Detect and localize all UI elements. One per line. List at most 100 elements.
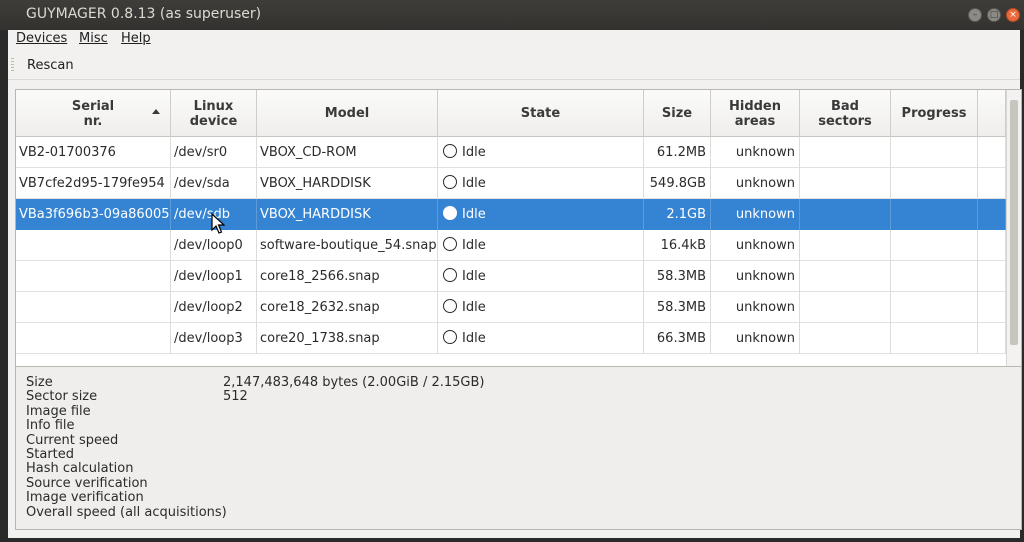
cell-serial: [16, 292, 171, 323]
table-row[interactable]: VBa3f696b3-09a86005/dev/sdb VBOX_HARDDISK…: [16, 199, 1006, 230]
cell-bad-sectors: [800, 292, 891, 323]
cell-bad-sectors: [800, 323, 891, 354]
state-label: Idle: [462, 145, 486, 160]
cell-size: 66.3MB: [644, 323, 711, 354]
cell-bad-sectors: [800, 137, 891, 168]
cell-size: 2.1GB: [644, 199, 711, 230]
cell-state: Idle: [438, 199, 644, 230]
cell-size: 549.8GB: [644, 168, 711, 199]
circle-icon: [443, 206, 457, 220]
cell-extra: [978, 168, 1006, 199]
column-header-state[interactable]: State: [438, 90, 644, 137]
state-label: Idle: [462, 331, 486, 346]
menu-bar: Devices Misc Help: [8, 30, 1020, 48]
detail-size-label: Size: [26, 375, 53, 390]
cell-hidden-areas: unknown: [711, 199, 800, 230]
cell-bad-sectors: [800, 261, 891, 292]
sort-ascending-icon: [152, 109, 160, 114]
column-header-bad-sectors[interactable]: Bad sectors: [800, 90, 891, 137]
cell-hidden-areas: unknown: [711, 230, 800, 261]
column-header-hidden-areas[interactable]: Hidden areas: [711, 90, 800, 137]
detail-info-file-label: Info file: [26, 418, 75, 434]
state-label: Idle: [462, 207, 486, 222]
table-header: Serial nr. Linux device Model State Size…: [16, 90, 1006, 137]
cell-progress: [891, 292, 978, 323]
cell-extra: [978, 323, 1006, 354]
maximize-icon[interactable]: □: [987, 8, 1001, 22]
menu-devices[interactable]: Devices: [16, 31, 67, 46]
cell-hidden-areas: unknown: [711, 261, 800, 292]
menu-help[interactable]: Help: [121, 31, 151, 46]
cell-serial: VBa3f696b3-09a86005: [16, 199, 171, 230]
cell-hidden-areas: unknown: [711, 292, 800, 323]
title-bar: GUYMAGER 0.8.13 (as superuser) – □ ×: [0, 0, 1024, 30]
minimize-icon[interactable]: –: [968, 8, 982, 22]
cell-progress: [891, 323, 978, 354]
cell-progress: [891, 261, 978, 292]
cell-model: software-boutique_54.snap: [257, 230, 438, 261]
cell-size: 58.3MB: [644, 292, 711, 323]
cell-state: Idle: [438, 261, 644, 292]
rescan-button[interactable]: Rescan: [20, 56, 81, 75]
detail-current-speed-label: Current speed: [26, 432, 119, 448]
cell-size: 16.4kB: [644, 230, 711, 261]
column-header-extra: [978, 90, 1006, 137]
table-row[interactable]: VB2-01700376/dev/sr0 VBOX_CD-ROM Idle 61.2M…: [16, 137, 1006, 168]
toolbar: Rescan: [8, 50, 1020, 80]
cell-bad-sectors: [800, 168, 891, 199]
cell-serial: VB7cfe2d95-179fe954: [16, 168, 171, 199]
close-icon[interactable]: ×: [1006, 8, 1020, 22]
detail-overall-speed-label: Overall speed (all acquisitions): [26, 504, 227, 520]
cell-progress: [891, 199, 978, 230]
state-label: Idle: [462, 176, 486, 191]
main-window: Devices Misc Help Rescan Serial nr. Linu…: [8, 30, 1022, 538]
cell-linux-device: /dev/sda: [171, 168, 257, 199]
cell-state: Idle: [438, 323, 644, 354]
cell-progress: [891, 230, 978, 261]
cell-linux-device: /dev/loop2: [171, 292, 257, 323]
cell-model: VBOX_HARDDISK: [257, 199, 438, 230]
cell-hidden-areas: unknown: [711, 323, 800, 354]
cell-extra: [978, 230, 1006, 261]
cell-size: 58.3MB: [644, 261, 711, 292]
column-header-linux-device[interactable]: Linux device: [171, 90, 257, 137]
cell-serial: [16, 230, 171, 261]
circle-icon: [443, 299, 457, 313]
detail-sector-size-value: 512: [223, 389, 248, 405]
cell-size: 61.2MB: [644, 137, 711, 168]
column-header-model[interactable]: Model: [257, 90, 438, 137]
detail-sector-size-label: Sector size: [26, 389, 98, 405]
cell-bad-sectors: [800, 230, 891, 261]
window-title: GUYMAGER 0.8.13 (as superuser): [26, 6, 262, 22]
cell-serial: [16, 323, 171, 354]
toolbar-grip-icon: [11, 58, 14, 72]
column-header-progress[interactable]: Progress: [891, 90, 978, 137]
table-row[interactable]: /dev/loop3 core20_1738.snap Idle 66.3MB unkn…: [16, 323, 1006, 354]
cell-state: Idle: [438, 230, 644, 261]
column-header-size[interactable]: Size: [644, 90, 711, 137]
cell-progress: [891, 168, 978, 199]
cell-model: VBOX_CD-ROM: [257, 137, 438, 168]
column-header-serial[interactable]: Serial nr.: [16, 90, 171, 137]
cell-extra: [978, 199, 1006, 230]
vertical-scroll-thumb[interactable]: [1010, 100, 1018, 345]
detail-source-verification-label: Source verification: [26, 475, 148, 491]
table-row[interactable]: VB7cfe2d95-179fe954/dev/sda VBOX_HARDDISK…: [16, 168, 1006, 199]
cell-hidden-areas: unknown: [711, 168, 800, 199]
table-row[interactable]: /dev/loop2 core18_2632.snap Idle 58.3MB unkn…: [16, 292, 1006, 323]
table-row[interactable]: /dev/loop1 core18_2566.snap Idle 58.3MB unkn…: [16, 261, 1006, 292]
detail-image-verification-label: Image verification: [26, 490, 144, 506]
detail-hash-calculation-label: Hash calculation: [26, 461, 134, 477]
state-label: Idle: [462, 300, 486, 315]
detail-size-value: 2,147,483,648 bytes (2.00GiB / 2.15GB): [223, 375, 485, 390]
cell-linux-device: /dev/loop1: [171, 261, 257, 292]
detail-image-file-label: Image file: [26, 403, 91, 419]
device-details-panel: Size 2,147,483,648 bytes (2.00GiB / 2.15…: [15, 366, 1022, 530]
menu-misc[interactable]: Misc: [79, 31, 108, 46]
circle-icon: [443, 175, 457, 189]
cell-extra: [978, 292, 1006, 323]
circle-icon: [443, 268, 457, 282]
circle-icon: [443, 330, 457, 344]
vertical-scrollbar[interactable]: [1006, 90, 1021, 375]
table-row[interactable]: /dev/loop0 software-boutique_54.snap Idle 1…: [16, 230, 1006, 261]
